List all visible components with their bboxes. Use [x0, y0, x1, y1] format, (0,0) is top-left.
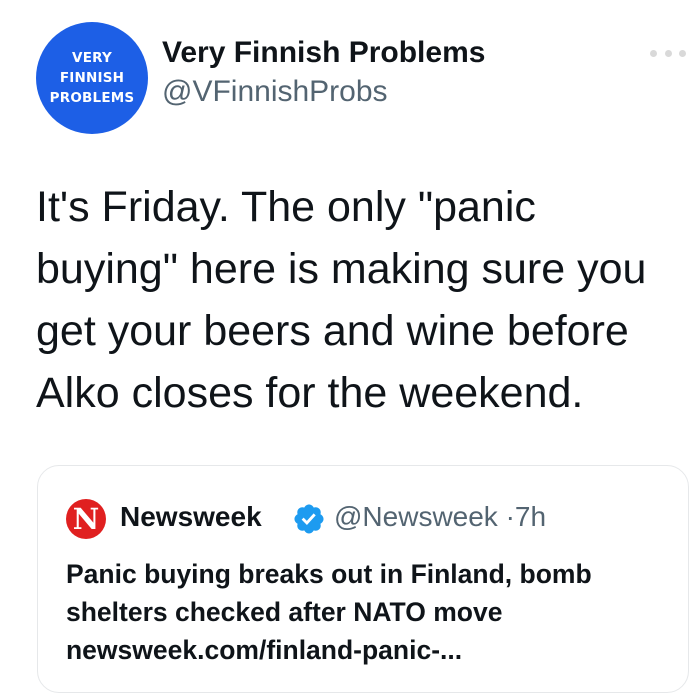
- tweet-text: It's Friday. The only "panic buying" her…: [36, 183, 647, 417]
- profile-avatar[interactable]: VERY FINNISH PROBLEMS: [36, 22, 148, 134]
- quoted-tweet-text: Panic buying breaks out in Finland, bomb…: [66, 559, 592, 665]
- quoted-tweet-card[interactable]: N Newsweek @Newsweek ·7h Panic buying br…: [37, 465, 689, 693]
- meta-separator: ·: [505, 501, 515, 532]
- newsweek-logo-letter: N: [72, 501, 100, 536]
- author-handle[interactable]: @VFinnishProbs: [162, 75, 388, 109]
- quoted-author-handle[interactable]: @Newsweek: [334, 501, 498, 532]
- more-dot: [679, 49, 686, 57]
- tweet: VERY FINNISH PROBLEMS Very Finnish Probl…: [0, 0, 700, 700]
- more-dot: [664, 49, 672, 57]
- quoted-author-name[interactable]: Newsweek: [120, 501, 262, 533]
- quoted-timestamp[interactable]: 7h: [515, 501, 546, 532]
- avatar-text-line-3: PROBLEMS: [49, 90, 135, 106]
- author-display-name[interactable]: Very Finnish Problems: [162, 36, 485, 70]
- quoted-meta: @Newsweek ·7h: [334, 501, 546, 533]
- more-options-icon[interactable]: [650, 46, 686, 60]
- newsweek-logo-avatar[interactable]: N: [66, 499, 106, 539]
- avatar-text-line-2: FINNISH: [59, 70, 125, 86]
- more-dot: [650, 49, 657, 57]
- avatar-text-line-1: VERY: [72, 50, 112, 66]
- verified-badge-icon: [294, 504, 324, 534]
